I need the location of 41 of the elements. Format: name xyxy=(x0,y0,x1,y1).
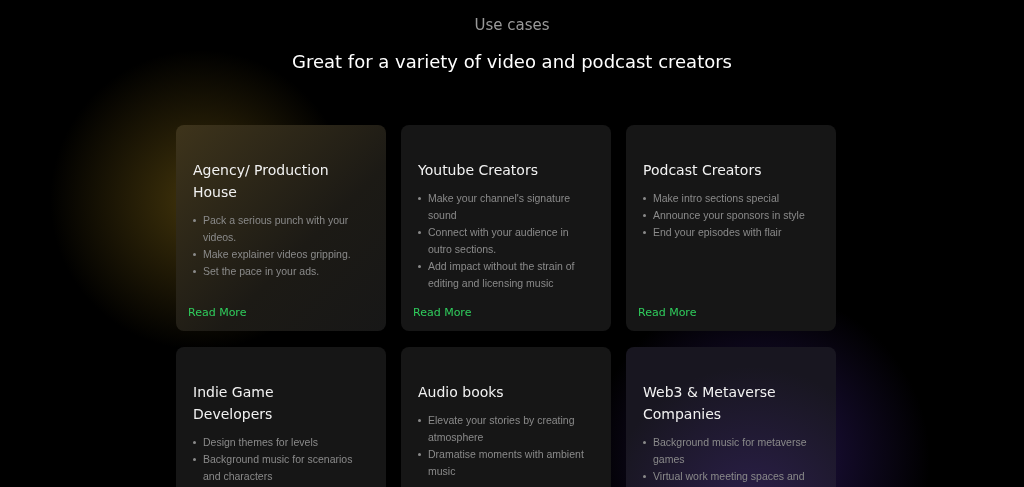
bullet-text: Virtual work meeting spaces and xyxy=(653,469,805,485)
card-title: Web3 & Metaverse Companies xyxy=(643,383,777,425)
read-more-link[interactable]: Read More xyxy=(188,304,247,322)
bullet-icon xyxy=(193,219,196,223)
bullet-text: Announce your sponsors in style xyxy=(653,208,805,224)
read-more-link[interactable]: Read More xyxy=(638,304,697,322)
bullet-icon xyxy=(418,265,421,269)
bullet-icon xyxy=(643,475,646,479)
bullet-text: Make explainer videos gripping. xyxy=(203,247,351,263)
card-title: Audio books xyxy=(418,383,505,403)
bullet-text: Set the pace in your ads. xyxy=(203,264,320,280)
card-title: Agency/ Production House xyxy=(193,161,330,203)
section-heading: Great for a variety of video and podcast creators xyxy=(291,50,733,73)
bullet-icon xyxy=(418,231,421,235)
bullet-text: Connect with your audience in outro sections. xyxy=(428,225,570,258)
bullet-text: Elevate your stories by creating atmosphere xyxy=(428,413,576,446)
read-more-link[interactable]: Read More xyxy=(413,304,472,322)
bullet-text: Dramatise moments with ambient music xyxy=(428,447,585,480)
bullet-text: Design themes for levels xyxy=(203,435,318,451)
bullet-icon xyxy=(643,214,646,218)
bullet-text: End your episodes with flair xyxy=(653,225,782,241)
bullet-icon xyxy=(193,253,196,257)
card-title: Podcast Creators xyxy=(643,161,763,181)
bullet-icon xyxy=(193,270,196,274)
bullet-icon xyxy=(643,231,646,235)
card-title: Indie Game Developers xyxy=(193,383,275,425)
bullet-icon xyxy=(418,453,421,457)
bullet-text: Add impact without the strain of editing and licensing music xyxy=(428,259,576,292)
bullet-icon xyxy=(418,419,421,423)
bullet-icon xyxy=(643,197,646,201)
section-label: Use cases xyxy=(473,15,551,36)
bullet-icon xyxy=(193,458,196,462)
bullet-icon xyxy=(193,441,196,445)
bullet-text: Pack a serious punch with your videos. xyxy=(203,213,350,246)
bullet-icon xyxy=(418,197,421,201)
bullet-text: Background music for scenarios and characters xyxy=(203,452,354,485)
bullet-text: Make your channel's signature sound xyxy=(428,191,572,224)
card-title: Youtube Creators xyxy=(418,161,539,181)
bullet-text: Make intro sections special xyxy=(653,191,780,207)
bullet-text: Background music for metaverse games xyxy=(653,435,808,468)
bullet-icon xyxy=(643,441,646,445)
